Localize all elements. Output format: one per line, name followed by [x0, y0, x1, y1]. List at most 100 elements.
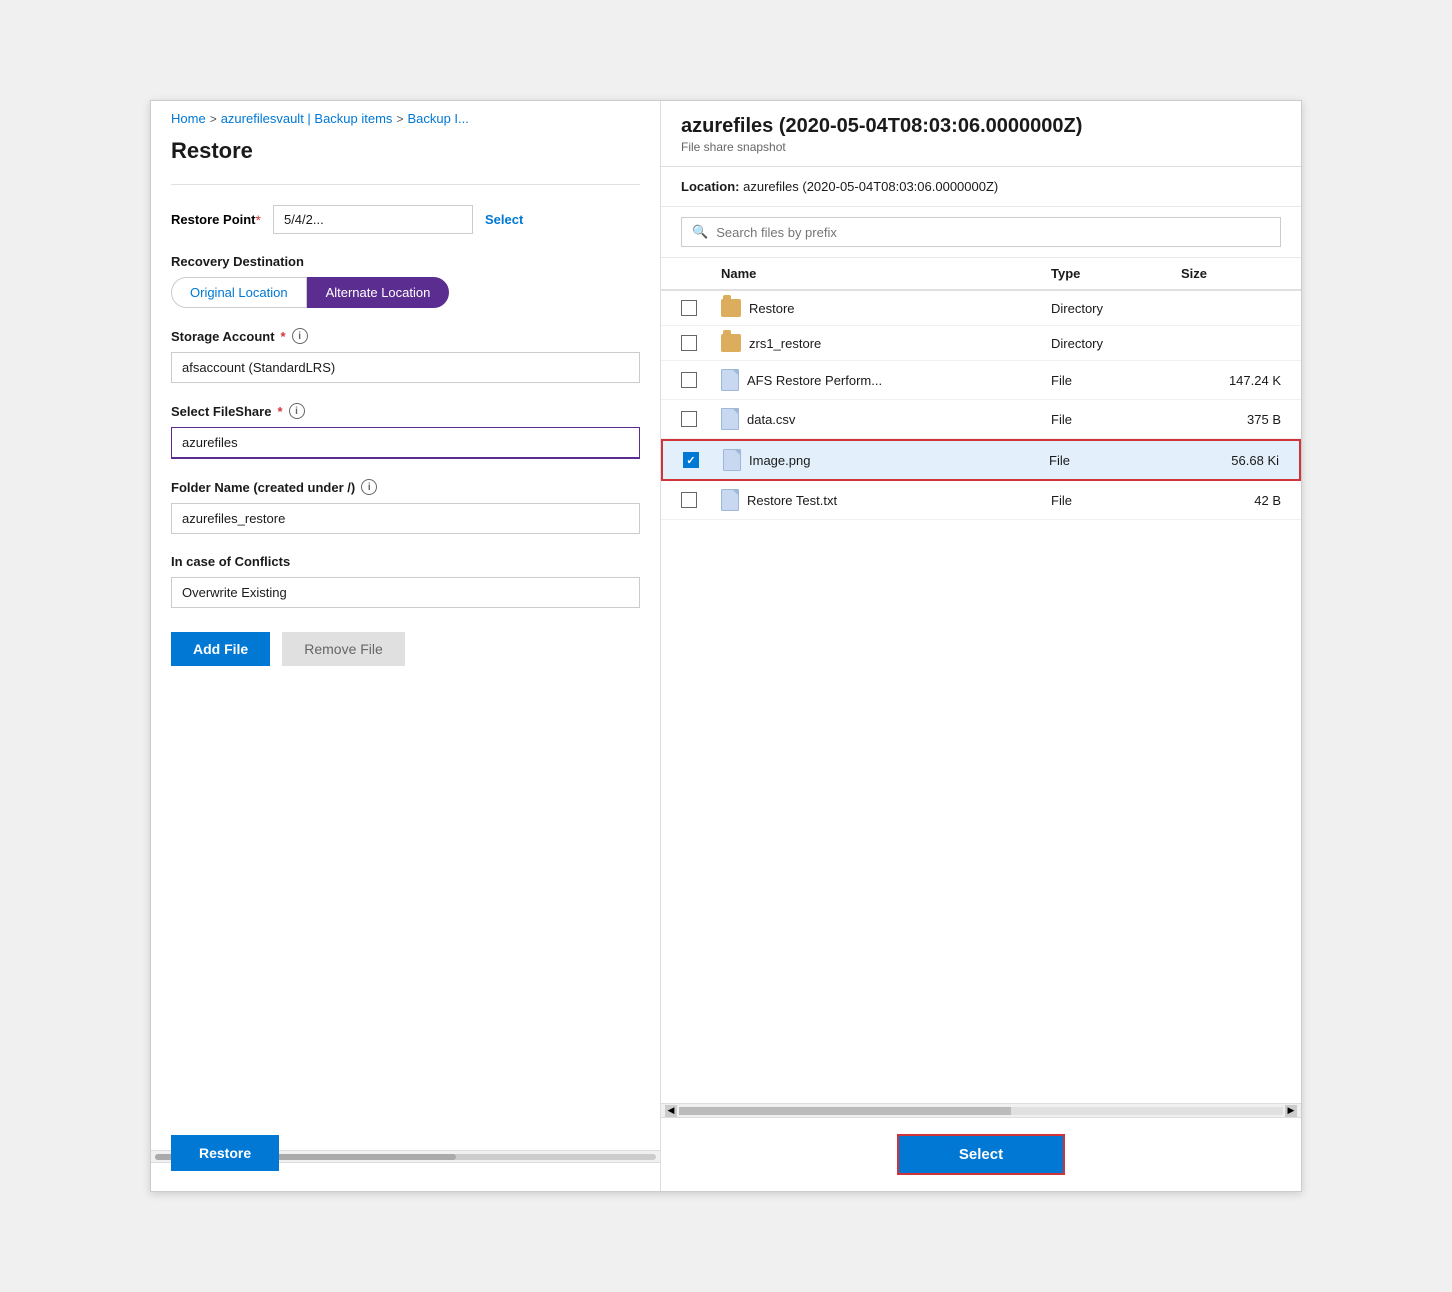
row-size: 56.68 Ki [1179, 453, 1279, 468]
h-scrollbar[interactable]: ◀ ▶ [661, 1103, 1301, 1117]
row-checkbox-cell [681, 411, 721, 427]
row-name-cell: AFS Restore Perform... [721, 369, 1051, 391]
row-name: AFS Restore Perform... [747, 373, 882, 388]
location-label: Location: [681, 179, 740, 194]
row-checkbox-checked[interactable] [683, 452, 699, 468]
folder-icon [721, 334, 741, 352]
header-name: Name [721, 266, 1051, 281]
storage-account-field: Storage Account * i [171, 328, 640, 383]
right-subtitle: File share snapshot [681, 140, 1281, 154]
row-checkbox[interactable] [681, 372, 697, 388]
fileshare-info-icon[interactable]: i [289, 403, 305, 419]
select-button[interactable]: Select [897, 1134, 1065, 1175]
row-name-cell: Restore [721, 299, 1051, 317]
add-file-button[interactable]: Add File [171, 632, 270, 666]
page-title: Restore [171, 138, 640, 164]
row-type: Directory [1051, 301, 1181, 316]
restore-footer: Restore [151, 1162, 660, 1191]
row-checkbox-cell [683, 452, 723, 468]
folder-name-field: Folder Name (created under /) i [171, 479, 640, 534]
remove-file-button[interactable]: Remove File [282, 632, 405, 666]
table-row[interactable]: Restore Test.txt File 42 B [661, 481, 1301, 520]
conflicts-label: In case of Conflicts [171, 554, 640, 569]
left-content: Restore Restore Point * 5/4/2... Select … [151, 134, 660, 1150]
right-footer: Select [661, 1117, 1301, 1191]
table-row[interactable]: Restore Directory [661, 291, 1301, 326]
table-row[interactable]: data.csv File 375 B [661, 400, 1301, 439]
row-name-cell: Image.png [723, 449, 1049, 471]
h-scroll-left-arrow[interactable]: ◀ [665, 1105, 677, 1117]
breadcrumb-vault[interactable]: azurefilesvault | Backup items [221, 111, 393, 126]
restore-point-select-link[interactable]: Select [485, 212, 523, 227]
row-size: 147.24 K [1181, 373, 1281, 388]
conflicts-field: In case of Conflicts Overwrite Existing [171, 554, 640, 608]
search-input[interactable] [716, 225, 1270, 240]
h-scroll-right-arrow[interactable]: ▶ [1285, 1105, 1297, 1117]
table-header: Name Type Size [661, 258, 1301, 291]
restore-point-label-container: Restore Point * [171, 212, 261, 228]
table-row[interactable]: zrs1_restore Directory [661, 326, 1301, 361]
row-name-cell: zrs1_restore [721, 334, 1051, 352]
location-value: azurefiles (2020-05-04T08:03:06.0000000Z… [743, 179, 998, 194]
file-table: Name Type Size Restore Directory [661, 258, 1301, 1103]
row-type: File [1051, 412, 1181, 427]
file-icon [721, 489, 739, 511]
right-header: azurefiles (2020-05-04T08:03:06.0000000Z… [661, 101, 1301, 167]
right-panel: azurefiles (2020-05-04T08:03:06.0000000Z… [661, 101, 1301, 1191]
row-size: 375 B [1181, 412, 1281, 427]
h-scroll-area[interactable] [679, 1107, 1283, 1115]
row-name: zrs1_restore [749, 336, 821, 351]
row-checkbox[interactable] [681, 411, 697, 427]
storage-account-input[interactable] [171, 352, 640, 383]
recovery-destination-label: Recovery Destination [171, 254, 640, 269]
row-name-cell: Restore Test.txt [721, 489, 1051, 511]
row-type: File [1051, 373, 1181, 388]
folder-icon [721, 299, 741, 317]
divider-top [171, 184, 640, 185]
recovery-destination-field: Recovery Destination Original Location A… [171, 254, 640, 308]
row-type: File [1051, 493, 1181, 508]
row-type: Directory [1051, 336, 1181, 351]
restore-point-label: Restore Point [171, 212, 256, 227]
header-type: Type [1051, 266, 1181, 281]
main-container: Home > azurefilesvault | Backup items > … [150, 100, 1302, 1192]
folder-name-input[interactable] [171, 503, 640, 534]
breadcrumb-current[interactable]: Backup I... [407, 111, 468, 126]
storage-account-required: * [281, 329, 286, 344]
folder-name-label: Folder Name (created under /) i [171, 479, 640, 495]
header-size: Size [1181, 266, 1281, 281]
row-checkbox-cell [681, 492, 721, 508]
storage-account-label: Storage Account * i [171, 328, 640, 344]
original-location-option[interactable]: Original Location [171, 277, 307, 308]
row-checkbox-cell [681, 335, 721, 351]
table-row-selected[interactable]: Image.png File 56.68 Ki [661, 439, 1301, 481]
row-name: data.csv [747, 412, 795, 427]
row-type: File [1049, 453, 1179, 468]
header-checkbox-spacer [681, 266, 721, 281]
table-row[interactable]: AFS Restore Perform... File 147.24 K [661, 361, 1301, 400]
restore-point-value: 5/4/2... [273, 205, 473, 234]
location-row: Location: azurefiles (2020-05-04T08:03:0… [661, 167, 1301, 207]
file-icon [721, 369, 739, 391]
folder-name-info-icon[interactable]: i [361, 479, 377, 495]
conflicts-select[interactable]: Overwrite Existing [171, 577, 640, 608]
fileshare-label: Select FileShare * i [171, 403, 640, 419]
row-name: Restore [749, 301, 795, 316]
restore-button[interactable]: Restore [171, 1135, 279, 1171]
row-checkbox[interactable] [681, 335, 697, 351]
fileshare-input[interactable] [171, 427, 640, 459]
breadcrumb-home[interactable]: Home [171, 111, 206, 126]
alternate-location-option[interactable]: Alternate Location [307, 277, 450, 308]
storage-account-info-icon[interactable]: i [292, 328, 308, 344]
fileshare-field: Select FileShare * i [171, 403, 640, 459]
file-icon [723, 449, 741, 471]
row-checkbox[interactable] [681, 492, 697, 508]
row-checkbox[interactable] [681, 300, 697, 316]
row-name-cell: data.csv [721, 408, 1051, 430]
file-icon [721, 408, 739, 430]
row-checkbox-cell [681, 372, 721, 388]
right-title: azurefiles (2020-05-04T08:03:06.0000000Z… [681, 115, 1281, 138]
h-scroll-thumb [679, 1107, 1011, 1115]
row-name: Restore Test.txt [747, 493, 837, 508]
search-icon: 🔍 [692, 224, 708, 240]
